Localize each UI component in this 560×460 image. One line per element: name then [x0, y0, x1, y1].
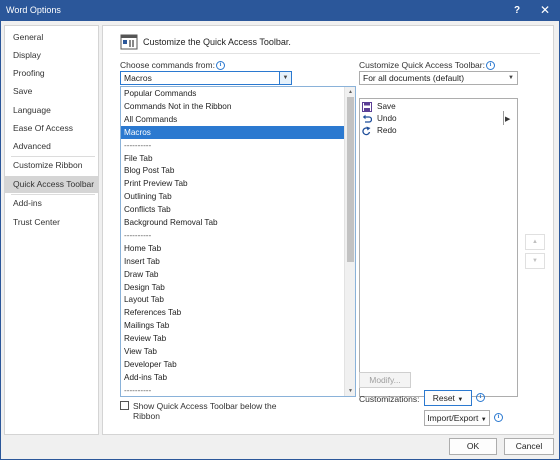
choose-commands-label: Choose commands from: i [120, 60, 225, 71]
sidebar-item-language[interactable]: Language [5, 102, 98, 119]
separator-edge [503, 111, 504, 125]
sidebar-item-save[interactable]: Save [5, 83, 98, 100]
list-separator: ---------- [124, 140, 152, 150]
header-divider [120, 53, 540, 54]
help-button[interactable]: ? [504, 0, 530, 21]
qat-command-list[interactable]: Save Undo Redo [359, 98, 518, 397]
list-separator: ---------- [124, 385, 152, 395]
chevron-down-icon[interactable]: ▼ [279, 72, 291, 84]
customizations-label: Customizations: [359, 394, 420, 404]
import-export-label: Import/Export [427, 413, 479, 423]
customize-qat-value: For all documents (default) [363, 73, 465, 83]
list-item[interactable]: Home Tab [121, 242, 345, 255]
info-icon[interactable]: i [476, 393, 485, 402]
list-item[interactable]: Design Tab [121, 281, 345, 294]
customize-qat-dropdown[interactable]: For all documents (default) ▼ [359, 71, 518, 85]
list-item[interactable]: Popular Commands [121, 87, 345, 100]
list-item[interactable]: Save [360, 101, 517, 113]
list-item[interactable]: Background Removal Tab [121, 216, 345, 229]
chevron-down-icon: ▼ [480, 417, 487, 423]
list-item[interactable]: Review Tab [121, 332, 345, 345]
sidebar-item-ease-of-access[interactable]: Ease Of Access [5, 120, 98, 137]
list-item[interactable]: View Tab [121, 345, 345, 358]
show-below-ribbon-label: Show Quick Access Toolbar below the [133, 401, 277, 411]
customize-qat-label: Customize Quick Access Toolbar: i [359, 60, 495, 71]
move-down-button[interactable]: ▼ [525, 253, 545, 269]
list-item[interactable]: File Tab [121, 152, 345, 165]
window-title: Word Options [6, 5, 61, 15]
list-item-label: Redo [377, 126, 397, 135]
sidebar-item-general[interactable]: General [5, 29, 98, 46]
sidebar-item-advanced[interactable]: Advanced [5, 138, 98, 155]
sidebar-item-proofing[interactable]: Proofing [5, 65, 98, 82]
reset-button[interactable]: Reset ▼ [424, 390, 472, 406]
vertical-scrollbar[interactable]: ▲ ▼ [344, 87, 355, 396]
list-item[interactable]: Redo [360, 125, 517, 137]
list-separator: ---------- [124, 230, 152, 240]
list-item[interactable]: References Tab [121, 306, 345, 319]
save-icon [362, 102, 372, 112]
sidebar-item-trust-center[interactable]: Trust Center [5, 214, 98, 231]
list-item[interactable]: Draw Tab [121, 268, 345, 281]
list-item-label: Undo [377, 114, 397, 123]
list-item[interactable]: Outlining Tab [121, 190, 345, 203]
list-item[interactable]: Blog Post Tab [121, 164, 345, 177]
ok-button[interactable]: OK [449, 438, 497, 455]
customize-qat-label-text: Customize Quick Access Toolbar: [359, 60, 485, 70]
scroll-up-icon[interactable]: ▲ [345, 87, 355, 97]
redo-icon [362, 126, 371, 136]
info-icon[interactable]: i [215, 61, 225, 71]
list-item[interactable]: All Commands [121, 113, 345, 126]
close-button[interactable]: ✕ [532, 0, 558, 21]
submenu-arrow-icon[interactable]: ▶ [505, 115, 513, 125]
list-item[interactable]: Commands Not in the Ribbon [121, 100, 345, 113]
move-up-button[interactable]: ▲ [525, 234, 545, 250]
list-item[interactable]: Insert Tab [121, 255, 345, 268]
show-below-ribbon-label-line2: Ribbon [133, 411, 160, 421]
choose-commands-label-text: Choose commands from: [120, 60, 215, 70]
cancel-button[interactable]: Cancel [504, 438, 554, 455]
list-item[interactable]: Undo [360, 113, 517, 125]
show-below-ribbon-checkbox[interactable] [120, 401, 129, 410]
list-item[interactable]: Mailings Tab [121, 319, 345, 332]
list-item[interactable]: Print Preview Tab [121, 177, 345, 190]
sidebar-item-display[interactable]: Display [5, 47, 98, 64]
list-item[interactable]: Add-ins Tab [121, 371, 345, 384]
scroll-down-icon[interactable]: ▼ [345, 386, 355, 396]
choose-commands-value: Macros [124, 73, 152, 83]
reset-button-label: Reset [432, 393, 455, 403]
sidebar: General Display Proofing Save Language E… [4, 25, 99, 435]
info-icon[interactable]: i [485, 61, 495, 71]
chevron-down-icon[interactable]: ▼ [505, 72, 517, 84]
sidebar-item-add-ins[interactable]: Add-ins [5, 195, 98, 212]
sidebar-item-customize-ribbon[interactable]: Customize Ribbon [5, 157, 98, 174]
title-bar: Word Options ? ✕ [0, 0, 560, 21]
list-item[interactable]: Developer Tab [121, 358, 345, 371]
scrollbar-thumb[interactable] [347, 97, 354, 262]
chevron-down-icon: ▼ [457, 397, 464, 403]
list-item[interactable]: Macros [121, 125, 345, 139]
list-item-label: Save [377, 102, 396, 111]
quick-access-toolbar-icon [120, 34, 138, 50]
list-item[interactable]: Layout Tab [121, 293, 345, 306]
choose-commands-list[interactable]: Popular Commands Commands Not in the Ribb… [120, 86, 356, 397]
modify-button[interactable]: Modify... [359, 372, 411, 388]
choose-commands-dropdown[interactable]: Macros ▼ [120, 71, 292, 85]
import-export-button[interactable]: Import/Export ▼ [424, 410, 490, 426]
page-title: Customize the Quick Access Toolbar. [143, 37, 291, 47]
list-item[interactable]: Conflicts Tab [121, 203, 345, 216]
undo-icon [362, 114, 372, 123]
info-icon[interactable]: i [494, 413, 503, 422]
sidebar-item-quick-access-toolbar[interactable]: Quick Access Toolbar [5, 176, 98, 193]
